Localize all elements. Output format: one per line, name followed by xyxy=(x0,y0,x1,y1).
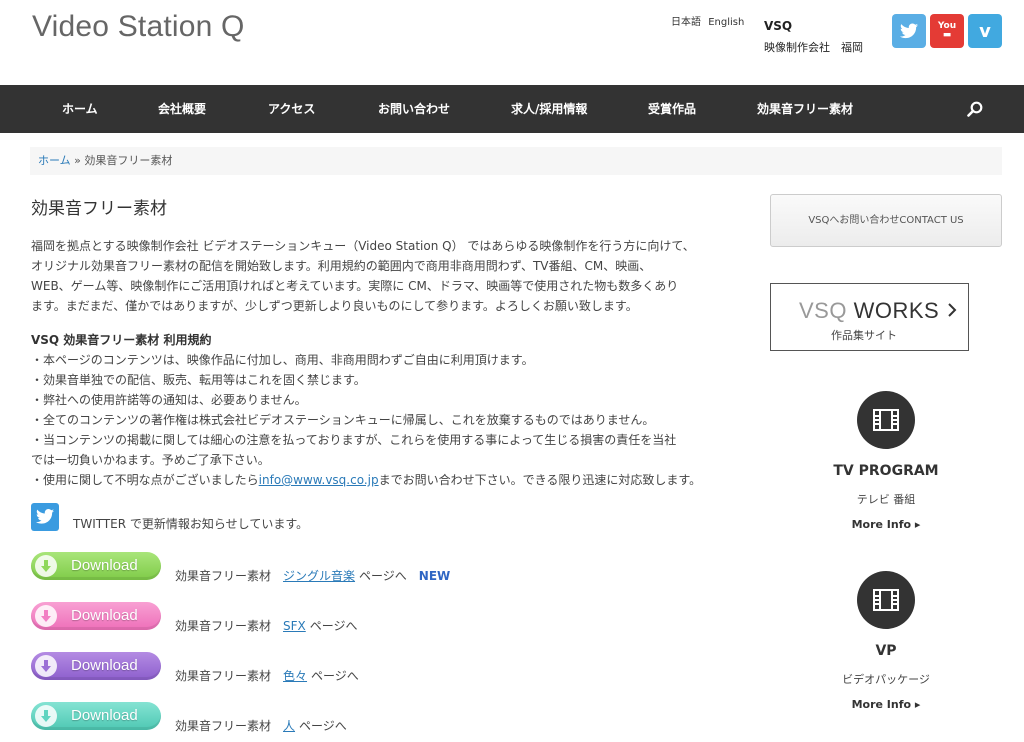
vimeo-button[interactable]: v xyxy=(968,14,1002,48)
card-subtitle: テレビ 番組 xyxy=(856,493,916,506)
nav-awards[interactable]: 受賞作品 xyxy=(648,85,696,133)
twitter-button[interactable] xyxy=(892,14,926,48)
chevron-right-icon xyxy=(947,302,957,323)
download-arrow-icon xyxy=(35,654,57,677)
download-link-jingle[interactable]: ジングル音楽 xyxy=(283,569,355,583)
contact-email-link[interactable]: info@www.vsq.co.jp xyxy=(259,473,379,487)
download-arrow-icon xyxy=(35,554,57,577)
download-text: 効果音フリー素材 SFX ページへ xyxy=(175,617,358,634)
card-title: TV PROGRAM xyxy=(833,463,939,479)
film-icon xyxy=(857,391,915,449)
download-button-jingle[interactable]: Download xyxy=(31,551,161,580)
download-prefix: 効果音フリー素材 xyxy=(175,569,272,583)
youtube-button[interactable]: You ▬ xyxy=(930,14,964,48)
lang-japanese-link[interactable]: 日本語 xyxy=(671,17,701,28)
download-text: 効果音フリー素材人ページへ xyxy=(175,717,347,734)
company-name: VSQ xyxy=(764,19,793,33)
breadcrumb-separator: » xyxy=(70,154,85,167)
download-button-people[interactable]: Download xyxy=(31,701,161,730)
download-suffix: ページへ xyxy=(299,719,347,733)
download-link-sfx[interactable]: SFX xyxy=(283,619,306,633)
search-icon xyxy=(967,101,983,117)
new-badge: NEW xyxy=(418,569,451,583)
works-title-works: WORKS xyxy=(846,298,940,323)
nav-free-sound[interactable]: 効果音フリー素材 xyxy=(757,85,853,133)
nav-contact[interactable]: お問い合わせ xyxy=(378,85,450,133)
download-row: Download 効果音フリー素材 色々 ページへ xyxy=(31,647,359,684)
company-info: VSQ 映像制作会社 福岡 xyxy=(764,16,863,58)
terms-of-use: VSQ 効果音フリー素材 利用規約 ・本ページのコンテンツは、映像作品に付加し、… xyxy=(31,330,731,490)
breadcrumb-current: 効果音フリー素材 xyxy=(84,154,173,167)
works-subtitle: 作品集サイト xyxy=(831,329,897,342)
breadcrumb: ホーム » 効果音フリー素材 xyxy=(30,147,1002,175)
download-arrow-icon xyxy=(35,704,57,727)
intro-line: ます。まだまだ、僅かではありますが、少しずつ更新しより良いものにして参ります。よ… xyxy=(31,299,638,313)
download-row: Download 効果音フリー素材 SFX ページへ xyxy=(31,597,358,634)
download-suffix: ページへ xyxy=(311,669,359,683)
download-prefix: 効果音フリー素材 xyxy=(175,669,272,683)
download-button-label: Download xyxy=(71,557,138,574)
nav-home[interactable]: ホーム xyxy=(62,85,98,133)
nav-search-button[interactable] xyxy=(960,85,990,133)
film-icon xyxy=(857,571,915,629)
download-prefix: 効果音フリー素材 xyxy=(175,719,272,733)
nav-access[interactable]: アクセス xyxy=(268,85,315,133)
twitter-notice-text: TWITTER で更新情報お知らせしています。 xyxy=(73,517,309,531)
lang-english-link[interactable]: English xyxy=(708,17,744,28)
more-info-link[interactable]: More Info ▸ xyxy=(800,518,972,531)
terms-line: ・全てのコンテンツの著作権は株式会社ビデオステーションキューに帰属し、これを放棄… xyxy=(31,413,655,427)
intro-line: オリジナル効果音フリー素材の配信を開始致します。利用規約の範囲内で商用非商用問わ… xyxy=(31,259,652,273)
download-button-label: Download xyxy=(71,657,138,674)
vp-card: VP ビデオパッケージ More Info ▸ xyxy=(800,571,972,711)
intro-line: 福岡を拠点とする映像制作会社 ビデオステーションキュー（Video Statio… xyxy=(31,239,695,253)
more-info-link[interactable]: More Info ▸ xyxy=(800,698,972,711)
twitter-icon xyxy=(36,509,54,524)
contact-us-button[interactable]: VSQへお問い合わせCONTACT US xyxy=(770,194,1002,247)
download-link-misc[interactable]: 色々 xyxy=(283,669,307,683)
download-prefix: 効果音フリー素材 xyxy=(175,619,272,633)
intro-line: WEB、ゲーム等、映像制作にご活用頂ければと考えています。実際に CM、ドラマ、… xyxy=(31,279,679,293)
card-title: VP xyxy=(875,643,897,659)
download-button-label: Download xyxy=(71,607,138,624)
card-subtitle: ビデオパッケージ xyxy=(842,673,930,686)
language-switcher: 日本語 English xyxy=(671,13,748,28)
terms-line: ・本ページのコンテンツは、映像作品に付加し、商用、非商用問わずご自由に利用頂けま… xyxy=(31,353,534,367)
download-link-people[interactable]: 人 xyxy=(283,719,295,733)
terms-line: では一切負いかねます。予めご了承下さい。 xyxy=(31,453,270,467)
works-title: VSQ WORKS xyxy=(799,298,939,324)
download-row: Download 効果音フリー素材人ページへ xyxy=(31,697,347,734)
terms-line: ・当コンテンツの掲載に関しては細心の注意を払っておりますが、これらを使用する事に… xyxy=(31,433,677,447)
works-title-vsq: VSQ xyxy=(799,298,847,323)
youtube-icon: You ▬ xyxy=(937,21,957,40)
terms-line: ・弊社への使用許諾等の通知は、必要ありません。 xyxy=(31,393,307,407)
download-button-label: Download xyxy=(71,707,138,724)
main-nav: ホーム 会社概要 アクセス お問い合わせ 求人/採用情報 受賞作品 効果音フリー… xyxy=(0,85,1024,133)
vimeo-icon: v xyxy=(979,20,991,42)
terms-title: VSQ 効果音フリー素材 利用規約 xyxy=(31,333,212,347)
nav-recruit[interactable]: 求人/採用情報 xyxy=(511,85,587,133)
site-title[interactable]: Video Station Q xyxy=(32,10,245,44)
download-button-sfx[interactable]: Download xyxy=(31,601,161,630)
nav-company[interactable]: 会社概要 xyxy=(158,85,206,133)
twitter-follow-button[interactable] xyxy=(31,502,59,531)
twitter-notice: TWITTER で更新情報お知らせしています。 xyxy=(31,499,308,532)
terms-line: ・効果音単独での配信、販売、転用等はこれを固く禁じます。 xyxy=(31,373,366,387)
contact-suffix: までお問い合わせ下さい。できる限り迅速に対応致します。 xyxy=(378,473,702,487)
download-suffix: ページへ xyxy=(359,569,407,583)
tv-program-card: TV PROGRAM テレビ 番組 More Info ▸ xyxy=(800,391,972,531)
download-button-misc[interactable]: Download xyxy=(31,651,161,680)
intro-text: 福岡を拠点とする映像制作会社 ビデオステーションキュー（Video Statio… xyxy=(31,236,721,316)
breadcrumb-home-link[interactable]: ホーム xyxy=(38,154,71,167)
download-arrow-icon xyxy=(35,604,57,627)
contact-prefix: ・使用に関して不明な点がございましたら xyxy=(31,473,259,487)
download-row: Download 効果音フリー素材 ジングル音楽 ページへ NEW xyxy=(31,547,450,584)
page-title: 効果音フリー素材 xyxy=(31,199,167,219)
download-text: 効果音フリー素材 色々 ページへ xyxy=(175,667,359,684)
terms-contact-line: ・使用に関して不明な点がございましたらinfo@www.vsq.co.jpまでお… xyxy=(31,470,731,490)
download-suffix: ページへ xyxy=(309,619,358,633)
company-description: 映像制作会社 福岡 xyxy=(764,41,863,54)
download-text: 効果音フリー素材 ジングル音楽 ページへ NEW xyxy=(175,567,450,584)
twitter-icon xyxy=(900,23,918,39)
vsq-works-banner[interactable]: VSQ WORKS 作品集サイト xyxy=(770,283,969,351)
